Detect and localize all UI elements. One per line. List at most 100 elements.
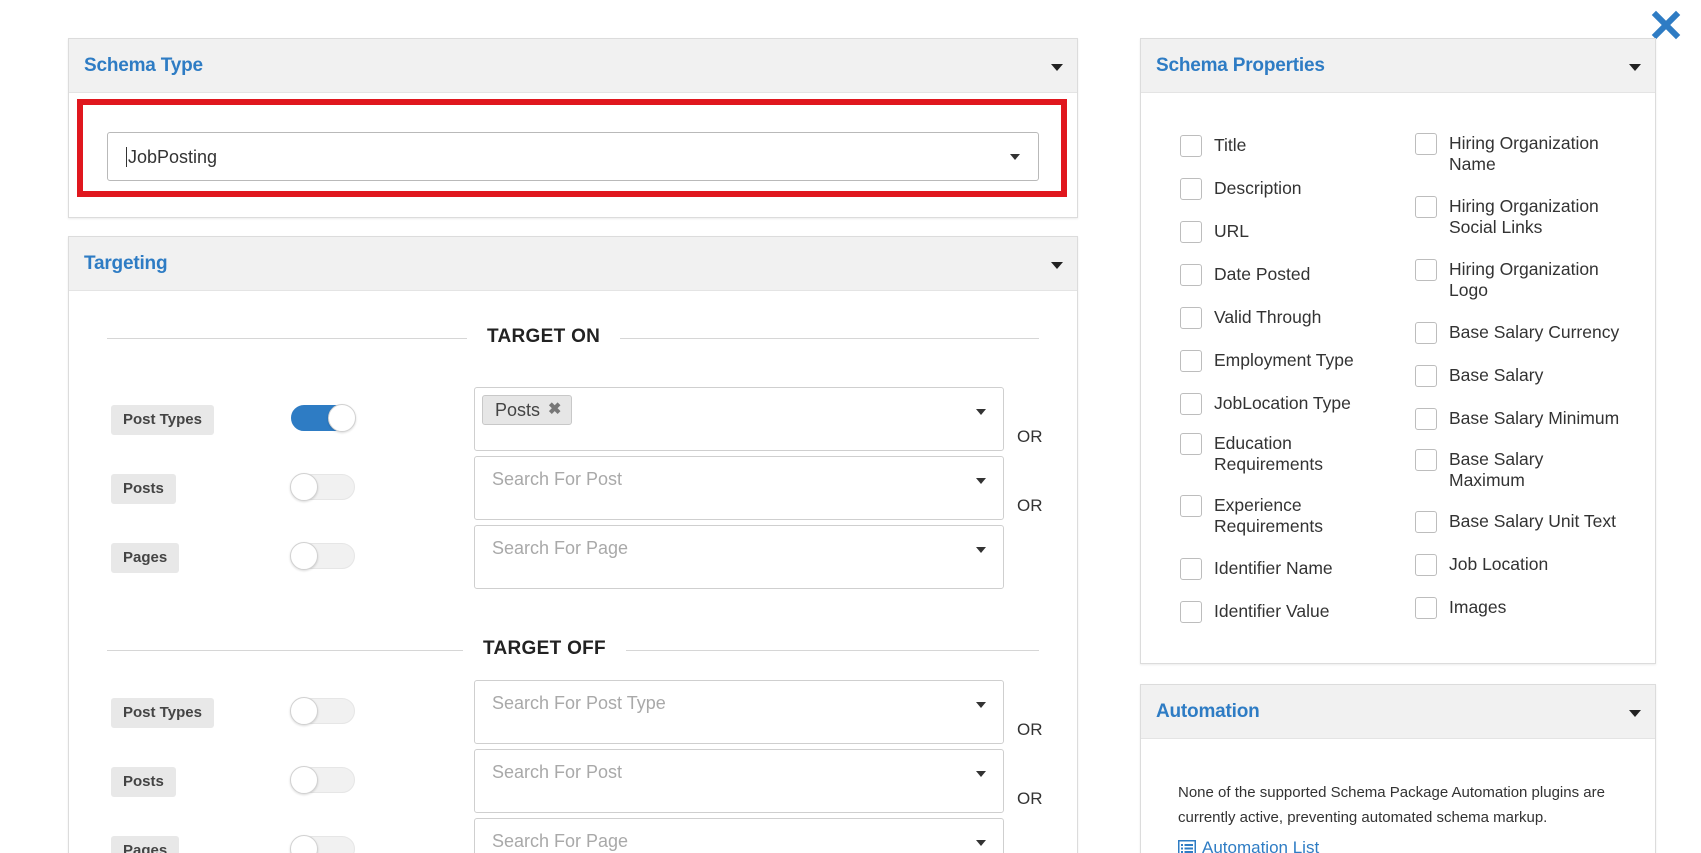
checkbox[interactable]	[1415, 259, 1437, 281]
property-label: Identifier Value	[1214, 601, 1330, 621]
property-label: Base Salary Currency	[1449, 322, 1620, 342]
checkbox[interactable]	[1180, 601, 1202, 623]
target-on-pages-label: Pages	[111, 543, 180, 573]
property-label: Experience Requirements	[1214, 495, 1323, 536]
target-on-pages-toggle[interactable]	[290, 542, 355, 570]
target-off-post-types-toggle[interactable]	[290, 697, 355, 725]
property-checkbox[interactable]: Valid Through	[1180, 307, 1321, 329]
target-off-post-types-select[interactable]: Search For Post Type	[474, 680, 1004, 744]
property-label: Employment Type	[1214, 350, 1354, 370]
property-checkbox[interactable]: Employment Type	[1180, 350, 1354, 372]
property-checkbox[interactable]: Title	[1180, 135, 1246, 157]
checkbox[interactable]	[1180, 221, 1202, 243]
property-checkbox[interactable]: URL	[1180, 221, 1249, 243]
property-checkbox[interactable]: Job Location	[1415, 554, 1548, 576]
target-on-posts-toggle[interactable]	[290, 473, 355, 501]
checkbox[interactable]	[1415, 365, 1437, 387]
checkbox[interactable]	[1180, 307, 1202, 329]
checkbox[interactable]	[1180, 558, 1202, 580]
target-off-posts-select[interactable]: Search For Post	[474, 749, 1004, 813]
property-label: Description	[1214, 178, 1302, 198]
property-checkbox[interactable]: Base Salary Currency	[1415, 322, 1619, 344]
property-checkbox[interactable]: Identifier Name	[1180, 558, 1333, 580]
property-checkbox[interactable]: Experience Requirements	[1180, 495, 1350, 537]
property-checkbox[interactable]: Date Posted	[1180, 264, 1310, 286]
search-placeholder: Search For Post Type	[492, 693, 666, 713]
property-checkbox[interactable]: Images	[1415, 597, 1506, 619]
property-checkbox[interactable]: Base Salary Maximum	[1415, 449, 1575, 491]
checkbox[interactable]	[1180, 495, 1202, 517]
targeting-title: Targeting	[84, 252, 168, 274]
checkbox[interactable]	[1180, 433, 1202, 455]
chevron-down-icon	[976, 702, 986, 708]
checkbox[interactable]	[1415, 449, 1437, 471]
property-checkbox[interactable]: Hiring Organization Name	[1415, 133, 1625, 175]
property-label: Identifier Name	[1214, 558, 1333, 578]
property-checkbox[interactable]: Description	[1180, 178, 1302, 200]
checkbox[interactable]	[1180, 135, 1202, 157]
checkbox[interactable]	[1180, 264, 1202, 286]
chevron-down-icon	[976, 840, 986, 846]
schema-properties-panel: Schema Properties Title Description URL …	[1140, 38, 1656, 664]
checkbox[interactable]	[1180, 393, 1202, 415]
checkbox[interactable]	[1415, 511, 1437, 533]
schema-type-panel: Schema Type JobPosting	[68, 38, 1078, 218]
target-on-post-types-select[interactable]: Posts ✖	[474, 387, 1004, 451]
target-on-pages-select[interactable]: Search For Page	[474, 525, 1004, 589]
schema-type-title: Schema Type	[84, 54, 203, 76]
checkbox[interactable]	[1415, 196, 1437, 218]
target-on-post-types-label: Post Types	[111, 405, 214, 435]
property-checkbox[interactable]: Hiring Organization Social Links	[1415, 196, 1625, 238]
schema-properties-title: Schema Properties	[1156, 54, 1325, 76]
target-on-posts-select[interactable]: Search For Post	[474, 456, 1004, 520]
toggle-knob	[290, 542, 318, 570]
automation-title: Automation	[1156, 700, 1260, 722]
remove-chip-icon[interactable]: ✖	[548, 396, 561, 424]
property-label: Hiring Organization Social Links	[1449, 196, 1599, 237]
checkbox[interactable]	[1180, 178, 1202, 200]
search-placeholder: Search For Page	[492, 538, 629, 558]
schema-type-header[interactable]: Schema Type	[69, 39, 1077, 93]
property-checkbox[interactable]: Base Salary	[1415, 365, 1543, 387]
property-label: Hiring Organization Logo	[1449, 259, 1599, 300]
target-off-pages-toggle[interactable]	[290, 835, 355, 853]
target-on-post-types-toggle[interactable]	[291, 404, 356, 432]
close-button[interactable]	[1651, 10, 1681, 40]
toggle-knob	[290, 835, 318, 853]
checkbox[interactable]	[1415, 322, 1437, 344]
schema-type-select[interactable]: JobPosting	[107, 132, 1039, 181]
automation-list-link[interactable]: Automation List	[1178, 838, 1319, 853]
list-icon	[1178, 840, 1196, 853]
checkbox[interactable]	[1415, 133, 1437, 155]
target-off-post-types-label: Post Types	[111, 698, 214, 728]
property-checkbox[interactable]: Base Salary Minimum	[1415, 408, 1619, 430]
automation-notice: None of the supported Schema Package Aut…	[1178, 784, 1605, 826]
or-label: OR	[1017, 496, 1043, 515]
automation-link-label: Automation List	[1202, 838, 1320, 853]
target-on-posts-label: Posts	[111, 474, 176, 504]
toggle-knob	[328, 404, 356, 432]
schema-type-value: JobPosting	[126, 146, 218, 167]
property-checkbox[interactable]: Base Salary Unit Text	[1415, 511, 1616, 533]
chevron-down-icon	[976, 547, 986, 553]
property-label: Date Posted	[1214, 264, 1311, 284]
chevron-down-icon	[976, 771, 986, 777]
targeting-header[interactable]: Targeting	[69, 237, 1077, 291]
chevron-down-icon	[1629, 64, 1641, 71]
property-checkbox[interactable]: Education Requirements	[1180, 433, 1350, 475]
chevron-down-icon	[976, 478, 986, 484]
property-checkbox[interactable]: Hiring Organization Logo	[1415, 259, 1625, 301]
target-off-pages-select[interactable]: Search For Page	[474, 818, 1004, 853]
schema-properties-header[interactable]: Schema Properties	[1141, 39, 1655, 93]
property-checkbox[interactable]: Identifier Value	[1180, 601, 1329, 623]
checkbox[interactable]	[1415, 408, 1437, 430]
property-label: JobLocation Type	[1214, 393, 1351, 413]
automation-header[interactable]: Automation	[1141, 685, 1655, 739]
checkbox[interactable]	[1415, 597, 1437, 619]
property-label: Job Location	[1449, 554, 1549, 574]
property-checkbox[interactable]: JobLocation Type	[1180, 393, 1351, 415]
target-off-posts-toggle[interactable]	[290, 766, 355, 794]
toggle-knob	[290, 697, 318, 725]
checkbox[interactable]	[1415, 554, 1437, 576]
checkbox[interactable]	[1180, 350, 1202, 372]
